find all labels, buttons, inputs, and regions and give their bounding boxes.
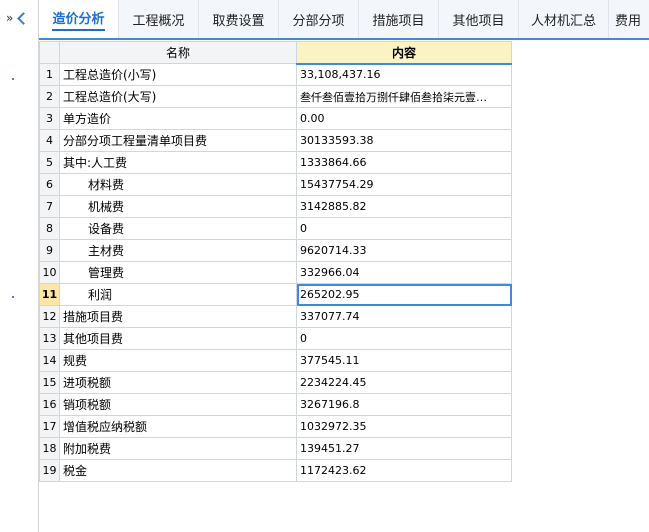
row-number: 5: [39, 151, 60, 174]
row-name-cell[interactable]: 进项税额: [59, 371, 297, 394]
row-name-cell[interactable]: 管理费: [59, 261, 297, 284]
row-value-cell[interactable]: 3142885.82: [296, 195, 512, 218]
name-column-header[interactable]: 名称: [59, 41, 297, 64]
row-value-cell[interactable]: 1333864.66: [296, 151, 512, 174]
row-number: 6: [39, 173, 60, 196]
row-value-cell[interactable]: 0: [296, 327, 512, 350]
row-name-cell[interactable]: 附加税费: [59, 437, 297, 460]
row-number: 13: [39, 327, 60, 350]
table-row[interactable]: 19 税金 1172423.62: [39, 459, 512, 482]
row-number: 19: [39, 459, 60, 482]
tab-project-overview[interactable]: 工程概况: [119, 0, 199, 38]
table-row[interactable]: 2 工程总造价(大写) 叁仟叁佰壹拾万捌仟肆佰叁拾柒元壹…: [39, 85, 512, 108]
table-row[interactable]: 1 工程总造价(小写) 33,108,437.16: [39, 63, 512, 86]
table-row[interactable]: 9 主材费 9620714.33: [39, 239, 512, 262]
row-number: 15: [39, 371, 60, 394]
tab-fees[interactable]: 费用: [609, 0, 649, 38]
table-row[interactable]: 11 利润 265202.95: [39, 283, 512, 306]
row-name-cell[interactable]: 工程总造价(大写): [59, 85, 297, 108]
table-row[interactable]: 13 其他项目费 0: [39, 327, 512, 350]
row-value-cell[interactable]: 15437754.29: [296, 173, 512, 196]
tab-sub-items[interactable]: 分部分项: [279, 0, 359, 38]
table-row[interactable]: 10 管理费 332966.04: [39, 261, 512, 284]
row-value-cell[interactable]: 30133593.38: [296, 129, 512, 152]
row-value-cell[interactable]: 0: [296, 217, 512, 240]
row-number: 10: [39, 261, 60, 284]
row-name-cell[interactable]: 材料费: [59, 173, 297, 196]
table-row[interactable]: 12 措施项目费 337077.74: [39, 305, 512, 328]
row-number: 3: [39, 107, 60, 130]
tab-other-items[interactable]: 其他项目: [439, 0, 519, 38]
table-row[interactable]: 15 进项税额 2234224.45: [39, 371, 512, 394]
row-value-cell[interactable]: 1172423.62: [296, 459, 512, 482]
row-name-cell[interactable]: 主材费: [59, 239, 297, 262]
row-number: 2: [39, 85, 60, 108]
table-row[interactable]: 8 设备费 0: [39, 217, 512, 240]
row-number: 8: [39, 217, 60, 240]
row-value-cell[interactable]: 33,108,437.16: [296, 63, 512, 86]
row-name-cell[interactable]: 单方造价: [59, 107, 297, 130]
row-name-cell[interactable]: 税金: [59, 459, 297, 482]
tab-cost-analysis[interactable]: 造价分析: [39, 0, 119, 38]
row-value-cell[interactable]: 3267196.8: [296, 393, 512, 416]
row-value-cell[interactable]: 0.00: [296, 107, 512, 130]
row-name-cell[interactable]: 销项税额: [59, 393, 297, 416]
row-number: 17: [39, 415, 60, 438]
table-row[interactable]: 14 规费 377545.11: [39, 349, 512, 372]
tree-marker-icon: [12, 296, 14, 298]
row-number: 7: [39, 195, 60, 218]
row-value-cell[interactable]: 265202.95: [296, 283, 512, 306]
row-number: 11: [39, 283, 60, 306]
table-row[interactable]: 5 其中:人工费 1333864.66: [39, 151, 512, 174]
row-value-cell[interactable]: 叁仟叁佰壹拾万捌仟肆佰叁拾柒元壹…: [296, 85, 512, 108]
row-value-cell[interactable]: 377545.11: [296, 349, 512, 372]
row-number: 18: [39, 437, 60, 460]
table-header-row: 名称 内容: [39, 41, 512, 65]
row-name-cell[interactable]: 增值税应纳税额: [59, 415, 297, 438]
row-name-cell[interactable]: 其他项目费: [59, 327, 297, 350]
row-name-cell[interactable]: 分部分项工程量清单项目费: [59, 129, 297, 152]
table-row[interactable]: 7 机械费 3142885.82: [39, 195, 512, 218]
row-name-cell[interactable]: 利润: [59, 283, 297, 306]
table-row[interactable]: 16 销项税额 3267196.8: [39, 393, 512, 416]
cost-analysis-table: 名称 内容 1 工程总造价(小写) 33,108,437.16 2 工程总造价(大写) 叁…: [39, 41, 512, 482]
tab-labor-material-machine-summary[interactable]: 人材机汇总: [519, 0, 609, 38]
row-value-cell[interactable]: 332966.04: [296, 261, 512, 284]
row-number: 9: [39, 239, 60, 262]
row-number: 14: [39, 349, 60, 372]
chevron-left-icon: [17, 11, 31, 25]
tree-marker-icon: [12, 78, 14, 80]
table-row[interactable]: 18 附加税费 139451.27: [39, 437, 512, 460]
row-name-cell[interactable]: 措施项目费: [59, 305, 297, 328]
left-panel: »: [0, 0, 39, 532]
row-value-cell[interactable]: 2234224.45: [296, 371, 512, 394]
row-value-cell[interactable]: 9620714.33: [296, 239, 512, 262]
row-name-cell[interactable]: 工程总造价(小写): [59, 63, 297, 86]
table-row[interactable]: 6 材料费 15437754.29: [39, 173, 512, 196]
tab-fee-settings[interactable]: 取费设置: [199, 0, 279, 38]
content-column-header[interactable]: 内容: [296, 41, 512, 65]
row-name-cell[interactable]: 规费: [59, 349, 297, 372]
double-chevron-right-icon: »: [6, 11, 14, 25]
row-number: 1: [39, 63, 60, 86]
row-value-cell[interactable]: 139451.27: [296, 437, 512, 460]
row-number: 16: [39, 393, 60, 416]
tab-measure-items[interactable]: 措施项目: [359, 0, 439, 38]
table-row[interactable]: 3 单方造价 0.00: [39, 107, 512, 130]
row-number: 4: [39, 129, 60, 152]
row-value-cell[interactable]: 337077.74: [296, 305, 512, 328]
table-row[interactable]: 17 增值税应纳税额 1032972.35: [39, 415, 512, 438]
tab-bar: 造价分析 工程概况 取费设置 分部分项 措施项目 其他项目 人材机汇总 费用: [39, 0, 649, 40]
collapse-panel-button[interactable]: »: [6, 10, 34, 26]
row-number: 12: [39, 305, 60, 328]
row-name-cell[interactable]: 其中:人工费: [59, 151, 297, 174]
row-number-header: [39, 41, 60, 64]
table-row[interactable]: 4 分部分项工程量清单项目费 30133593.38: [39, 129, 512, 152]
row-value-cell[interactable]: 1032972.35: [296, 415, 512, 438]
row-name-cell[interactable]: 机械费: [59, 195, 297, 218]
row-name-cell[interactable]: 设备费: [59, 217, 297, 240]
